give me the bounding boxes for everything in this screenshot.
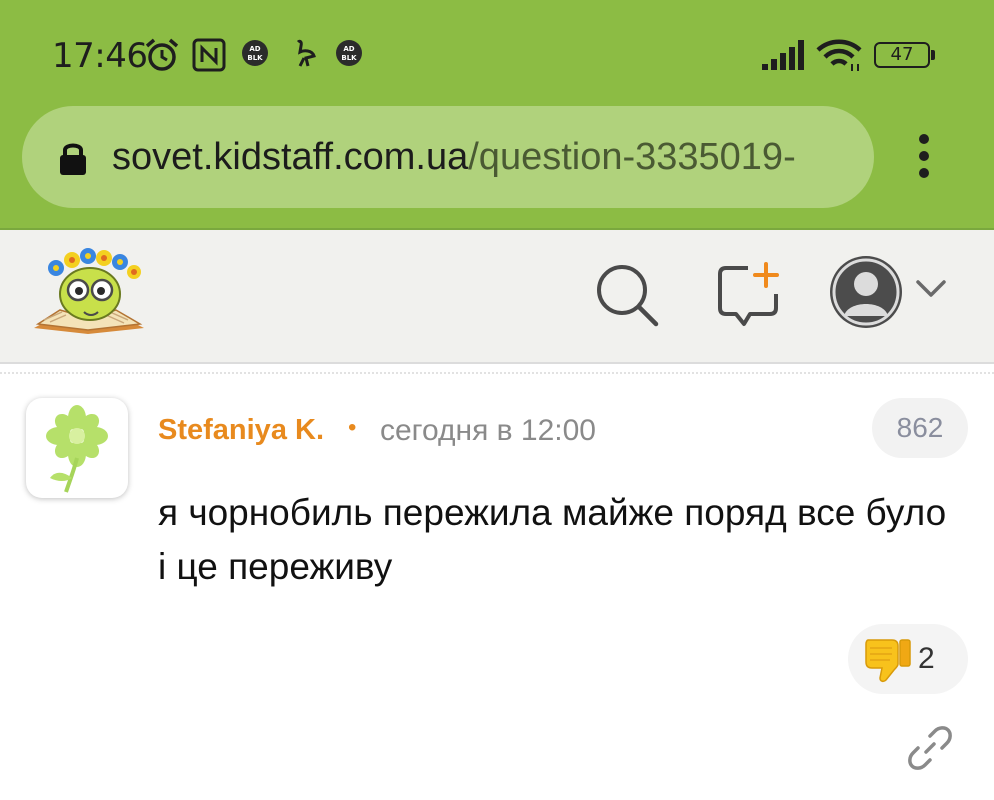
url-domain: sovet.kidstaff.com.ua (112, 136, 469, 178)
flower-avatar-icon (46, 405, 108, 493)
user-silhouette-icon (832, 258, 900, 326)
comment-number-badge[interactable]: 862 (872, 398, 968, 458)
comment-author[interactable]: Stefaniya K. (158, 414, 324, 447)
url-text[interactable]: sovet.kidstaff.com.ua/question-3335019- (112, 136, 796, 179)
comment-divider (0, 372, 994, 374)
url-bar[interactable]: sovet.kidstaff.com.ua/question-3335019- (22, 106, 874, 208)
site-logo[interactable] (30, 244, 148, 336)
status-time: 17:46 (52, 36, 148, 76)
dislike-button[interactable]: 2 (848, 624, 968, 694)
site-header (0, 228, 994, 364)
chevron-down-icon[interactable] (914, 278, 948, 300)
ad-blocker-icon-2: AD BLK (336, 40, 362, 66)
dislike-count: 2 (918, 642, 935, 675)
signal-icon (762, 40, 804, 70)
user-avatar-icon[interactable] (830, 256, 902, 328)
status-bar: 17:46 AD BLK AD BLK 47 (0, 0, 994, 110)
browser-menu-icon[interactable] (912, 134, 936, 184)
battery-indicator: 47 (874, 42, 935, 68)
search-icon[interactable] (592, 260, 662, 330)
wifi-icon (816, 39, 862, 71)
comment-avatar[interactable] (26, 398, 128, 498)
link-icon[interactable] (908, 726, 952, 770)
comment-text: я чорнобиль пережила майже поряд все бул… (158, 492, 947, 587)
new-question-icon[interactable] (714, 260, 784, 330)
url-path: /question-3335019- (468, 136, 796, 178)
comment-timestamp: сегодня в 12:00 (380, 414, 596, 447)
ad-blocker-icon: AD BLK (242, 40, 268, 66)
alarm-icon (145, 38, 179, 71)
thumbs-down-icon (865, 639, 911, 683)
ostrich-icon (296, 39, 316, 67)
browser-chrome: 17:46 AD BLK AD BLK 47 sovet.kidstaff.co… (0, 0, 994, 228)
separator-dot: • (348, 414, 357, 441)
lock-icon (60, 143, 86, 175)
nfc-icon (192, 38, 226, 72)
